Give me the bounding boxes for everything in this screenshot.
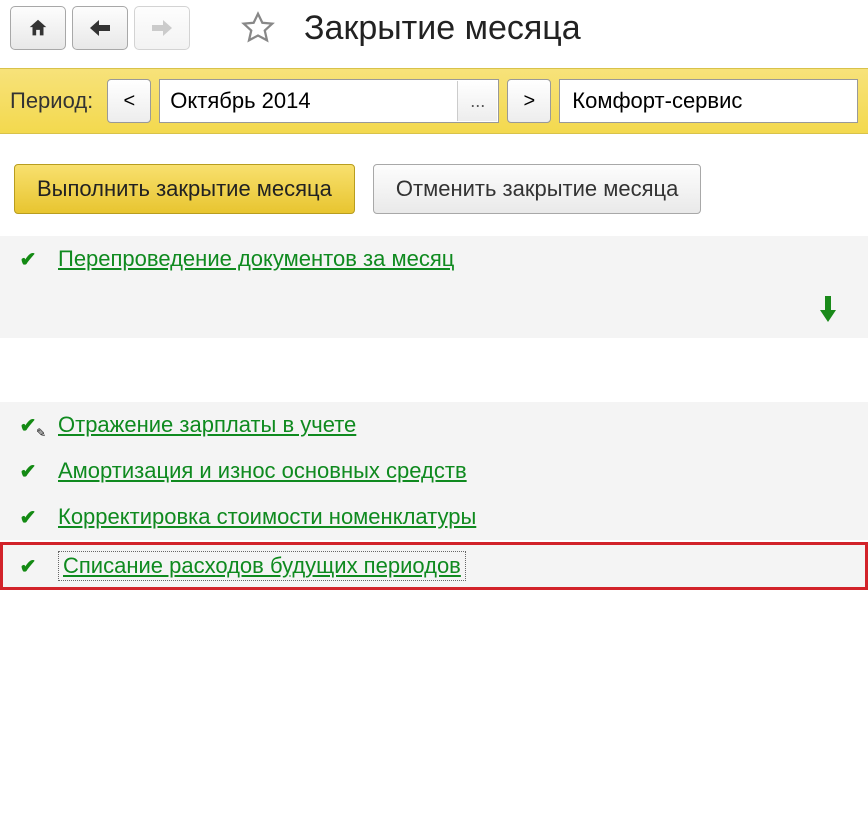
spacer bbox=[0, 338, 868, 402]
operation-row-amortization: ✔ Амортизация и износ основных средств bbox=[0, 448, 868, 494]
cancel-label: Отменить закрытие месяца bbox=[396, 176, 678, 202]
check-icon: ✔ bbox=[20, 459, 37, 484]
status-icon-box: ✔ bbox=[14, 554, 42, 579]
check-icon: ✔ bbox=[20, 554, 37, 579]
back-button[interactable] bbox=[72, 6, 128, 50]
home-icon bbox=[27, 17, 49, 39]
operation-row-salary: ✔ ✎ Отражение зарплаты в учете bbox=[0, 402, 868, 448]
operation-link-amortization[interactable]: Амортизация и износ основных средств bbox=[58, 458, 467, 484]
ellipsis-icon: ... bbox=[470, 91, 485, 112]
status-icon-box: ✔ bbox=[14, 459, 42, 484]
favorite-button[interactable] bbox=[236, 6, 280, 50]
forward-button[interactable] bbox=[134, 6, 190, 50]
operation-row-future-expenses: ✔ Списание расходов будущих периодов bbox=[0, 542, 868, 590]
home-button[interactable] bbox=[10, 6, 66, 50]
operation-row-reprocess: ✔ Перепроведение документов за месяц bbox=[0, 236, 868, 282]
status-icon-box: ✔ bbox=[14, 505, 42, 530]
operations-list: ✔ Перепроведение документов за месяц ✔ ✎… bbox=[0, 236, 868, 590]
star-icon bbox=[240, 10, 276, 46]
flow-arrow-row bbox=[0, 282, 868, 338]
chevron-right-icon: > bbox=[523, 90, 535, 113]
organization-value: Комфорт-сервис bbox=[572, 88, 742, 114]
operation-row-cost-correction: ✔ Корректировка стоимости номенклатуры bbox=[0, 494, 868, 540]
period-field[interactable]: Октябрь 2014 ... bbox=[159, 79, 499, 123]
period-value: Октябрь 2014 bbox=[170, 88, 310, 114]
operation-link-salary[interactable]: Отражение зарплаты в учете bbox=[58, 412, 356, 438]
period-bar: Период: < Октябрь 2014 ... > Комфорт-сер… bbox=[0, 68, 868, 134]
period-label: Период: bbox=[10, 88, 93, 114]
check-icon: ✔ bbox=[20, 505, 37, 530]
cancel-button[interactable]: Отменить закрытие месяца bbox=[373, 164, 701, 214]
status-icon-box: ✔ ✎ bbox=[14, 413, 42, 438]
status-icon-box: ✔ bbox=[14, 247, 42, 272]
period-ellipsis-button[interactable]: ... bbox=[457, 81, 497, 121]
toolbar: Закрытие месяца bbox=[0, 0, 868, 56]
check-icon: ✔ bbox=[20, 247, 37, 272]
arrow-left-icon bbox=[88, 18, 112, 38]
period-prev-button[interactable]: < bbox=[107, 79, 151, 123]
action-bar: Выполнить закрытие месяца Отменить закры… bbox=[0, 134, 868, 236]
arrow-down-icon bbox=[818, 296, 838, 324]
organization-field[interactable]: Комфорт-сервис bbox=[559, 79, 858, 123]
check-icon: ✔ bbox=[20, 413, 37, 438]
operation-link-reprocess[interactable]: Перепроведение документов за месяц bbox=[58, 246, 454, 272]
execute-button[interactable]: Выполнить закрытие месяца bbox=[14, 164, 355, 214]
execute-label: Выполнить закрытие месяца bbox=[37, 176, 332, 202]
chevron-left-icon: < bbox=[123, 90, 135, 113]
operation-link-cost-correction[interactable]: Корректировка стоимости номенклатуры bbox=[58, 504, 476, 530]
page-title: Закрытие месяца bbox=[304, 9, 581, 48]
arrow-right-icon bbox=[150, 18, 174, 38]
operation-link-future-expenses[interactable]: Списание расходов будущих периодов bbox=[58, 551, 466, 581]
pencil-icon: ✎ bbox=[36, 426, 46, 440]
period-next-button[interactable]: > bbox=[507, 79, 551, 123]
